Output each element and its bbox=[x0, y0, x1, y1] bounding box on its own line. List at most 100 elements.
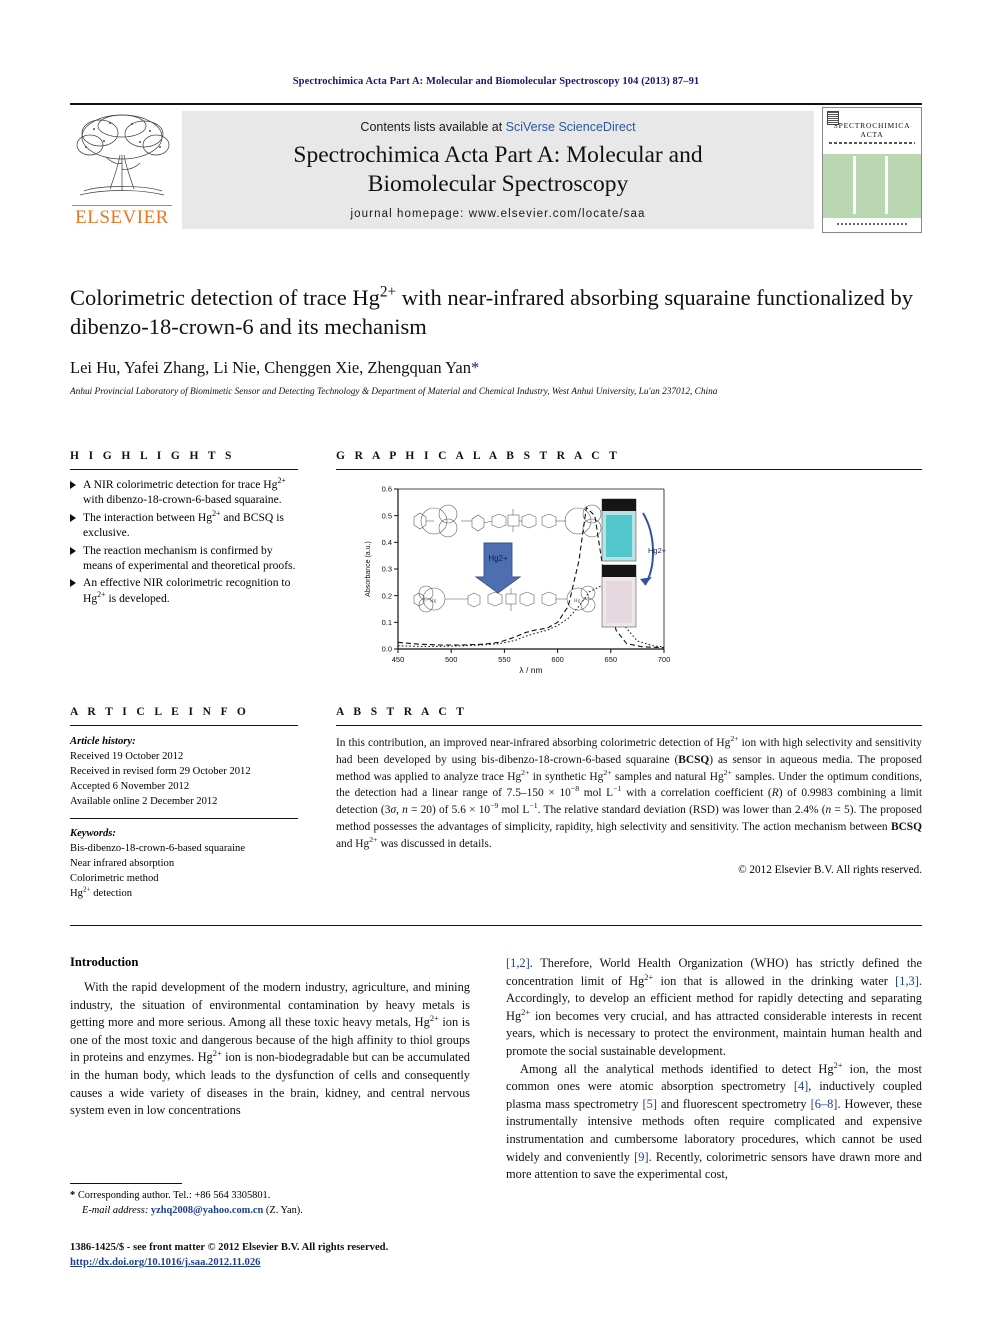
body-column-left: Introduction With the rapid development … bbox=[70, 955, 470, 1120]
history-item: Available online 2 December 2012 bbox=[70, 796, 218, 808]
graphical-abstract-section: G R A P H I C A L A B S T R A C T 0.0 0.1… bbox=[336, 450, 922, 677]
y-tick-label: 0.5 bbox=[382, 511, 392, 520]
highlight-text: An effective NIR colorimetric recognitio… bbox=[83, 576, 291, 605]
journal-masthead: ELSEVIER Contents lists available at Sci… bbox=[70, 103, 922, 233]
vial-photo-cyan bbox=[601, 498, 637, 562]
keyword-item: Bis-dibenzo-18-crown-6-based squaraine bbox=[70, 843, 246, 855]
corresponding-author-detail: Corresponding author. Tel.: +86 564 3305… bbox=[77, 1190, 271, 1201]
article-info-separator bbox=[70, 818, 298, 820]
journal-cover-thumbnail: SPECTROCHIMICA ACTA bbox=[822, 107, 922, 233]
molecule-structure-bottom: Hg Hg bbox=[413, 585, 614, 613]
cover-rule bbox=[829, 142, 915, 144]
intro-paragraph-1: With the rapid development of the modern… bbox=[70, 980, 470, 1118]
footnote-text: * Corresponding author. Tel.: +86 564 33… bbox=[70, 1189, 470, 1219]
body-column-right: [1,2]. Therefore, World Health Organizat… bbox=[506, 955, 922, 1184]
journal-article-page: Spectrochimica Acta Part A: Molecular an… bbox=[0, 0, 992, 1323]
intro-paragraph-3: Among all the analytical methods identif… bbox=[506, 1059, 923, 1182]
list-item: The interaction between Hg2+ and BCSQ is… bbox=[70, 510, 298, 541]
y-tick-label: 0.2 bbox=[382, 591, 392, 600]
vial-conversion-arrow-icon: Hg2+ bbox=[640, 512, 667, 586]
y-axis-label: Absorbance (a.u.) bbox=[365, 541, 372, 597]
email-label: E-mail address: bbox=[82, 1204, 149, 1216]
list-item: An effective NIR colorimetric recognitio… bbox=[70, 575, 298, 606]
citation-ref: [9] bbox=[634, 1149, 649, 1164]
doi-link[interactable]: http://dx.doi.org/10.1016/j.saa.2012.11.… bbox=[70, 1257, 260, 1268]
y-tick-label: 0.0 bbox=[382, 645, 392, 654]
citation-ref: [5] bbox=[642, 1096, 657, 1111]
bullet-arrow-icon bbox=[70, 481, 76, 489]
x-tick-label: 550 bbox=[498, 655, 511, 664]
journal-title-line2: Biomolecular Spectroscopy bbox=[367, 170, 629, 197]
article-info-section: A R T I C L E I N F O Article history: R… bbox=[70, 706, 298, 901]
author-names: Lei Hu, Yafei Zhang, Li Nie, Chenggen Xi… bbox=[70, 357, 471, 377]
journal-title-line1: Spectrochimica Acta Part A: Molecular an… bbox=[293, 142, 703, 168]
molecule-structure-top bbox=[413, 504, 616, 538]
citation-ref: [6–8] bbox=[810, 1096, 838, 1111]
elsevier-logo: ELSEVIER bbox=[70, 111, 174, 229]
abstract-text: In this contribution, an improved near-i… bbox=[336, 734, 923, 850]
x-tick-label: 700 bbox=[658, 655, 671, 664]
cover-bottom bbox=[823, 218, 921, 230]
bullet-arrow-icon bbox=[70, 579, 76, 588]
graphical-abstract-rule bbox=[336, 469, 922, 470]
body-top-rule bbox=[70, 925, 922, 926]
footer-block: 1386-1425/$ - see front matter © 2012 El… bbox=[70, 1240, 570, 1271]
highlight-text: The interaction between Hg2+ and BCSQ is… bbox=[83, 508, 284, 540]
vial-photo-clear bbox=[601, 564, 637, 628]
history-item: Received 19 October 2012 bbox=[70, 751, 184, 763]
x-tick-label: 600 bbox=[551, 655, 564, 664]
cover-elsevier-mark-icon bbox=[827, 111, 839, 125]
keyword-item: Colorimetric method bbox=[70, 873, 159, 885]
author-list: Lei Hu, Yafei Zhang, Li Nie, Chenggen Xi… bbox=[70, 358, 922, 378]
graphical-abstract-figure: 0.0 0.1 0.2 0.3 0.4 0.5 0.6 450 500 550 600 650 700… bbox=[356, 481, 678, 677]
citation-ref: [4] bbox=[793, 1079, 809, 1094]
footnote-block: * Corresponding author. Tel.: +86 564 33… bbox=[70, 1183, 470, 1219]
cover-bar-2 bbox=[885, 156, 888, 214]
footnote-rule bbox=[70, 1183, 182, 1184]
cover-top: SPECTROCHIMICA ACTA bbox=[823, 108, 921, 152]
abstract-copyright: © 2012 Elsevier B.V. All rights reserved… bbox=[738, 863, 922, 876]
page-title: Colorimetric detection of trace Hg2+ wit… bbox=[70, 283, 914, 340]
sciencedirect-link[interactable]: SciVerse ScienceDirect bbox=[506, 120, 636, 134]
x-axis-label: λ / nm bbox=[519, 665, 542, 675]
svg-text:Hg2+: Hg2+ bbox=[648, 546, 667, 555]
abstract-section: A B S T R A C T In this contribution, an… bbox=[336, 706, 922, 876]
footnote-star: * bbox=[70, 1190, 76, 1201]
abstract-heading: A B S T R A C T bbox=[336, 706, 468, 718]
affiliation: Anhui Provincial Laboratory of Biomimeti… bbox=[70, 386, 718, 397]
journal-band: Contents lists available at SciVerse Sci… bbox=[182, 111, 814, 229]
svg-text:Hg: Hg bbox=[574, 599, 581, 604]
keyword-item: Near infrared absorption bbox=[70, 858, 175, 870]
citation-ref: [1,2] bbox=[506, 956, 530, 970]
issn-copyright-line: 1386-1425/$ - see front matter © 2012 El… bbox=[70, 1242, 389, 1253]
graphical-abstract-heading: G R A P H I C A L A B S T R A C T bbox=[336, 450, 621, 462]
contents-list-line: Contents lists available at SciVerse Sci… bbox=[182, 111, 814, 134]
x-tick-label: 450 bbox=[392, 655, 405, 664]
running-head: Spectrochimica Acta Part A: Molecular an… bbox=[292, 76, 700, 87]
highlights-heading: H I G H L I G H T S bbox=[70, 450, 235, 462]
cover-bar-1 bbox=[853, 156, 856, 214]
highlights-list: A NIR colorimetric detection for trace H… bbox=[70, 477, 298, 606]
journal-title: Spectrochimica Acta Part A: Molecular an… bbox=[182, 141, 814, 198]
title-block: Colorimetric detection of trace Hg2+ wit… bbox=[70, 283, 922, 397]
history-item: Accepted 6 November 2012 bbox=[70, 781, 190, 793]
keywords-block: Keywords: Bis-dibenzo-18-crown-6-based s… bbox=[70, 826, 298, 901]
bullet-arrow-icon bbox=[70, 513, 76, 522]
highlights-section: H I G H L I G H T S A NIR colorimetric d… bbox=[70, 450, 298, 608]
list-item: The reaction mechanism is confirmed by m… bbox=[70, 543, 298, 574]
reaction-arrow-icon: Hg2+ bbox=[474, 542, 522, 594]
list-item: A NIR colorimetric detection for trace H… bbox=[70, 477, 298, 508]
contents-prefix: Contents lists available at bbox=[360, 120, 506, 134]
corresponding-author-mark: * bbox=[470, 357, 480, 377]
journal-homepage: journal homepage: www.elsevier.com/locat… bbox=[350, 208, 646, 221]
elsevier-wordmark: ELSEVIER bbox=[72, 205, 172, 229]
y-tick-label: 0.4 bbox=[382, 538, 392, 547]
keyword-item: Hg2+ detection bbox=[70, 885, 133, 900]
cover-subtitle: ACTA bbox=[860, 130, 884, 139]
citation-ref: [1,3] bbox=[895, 973, 919, 988]
email-link[interactable]: yzhq2008@yahoo.com.cn bbox=[151, 1205, 263, 1216]
cover-green-panel bbox=[823, 154, 921, 218]
history-item: Received in revised form 29 October 2012 bbox=[70, 766, 251, 778]
x-tick-label: 500 bbox=[445, 655, 458, 664]
article-history-label: Article history: bbox=[70, 736, 136, 747]
